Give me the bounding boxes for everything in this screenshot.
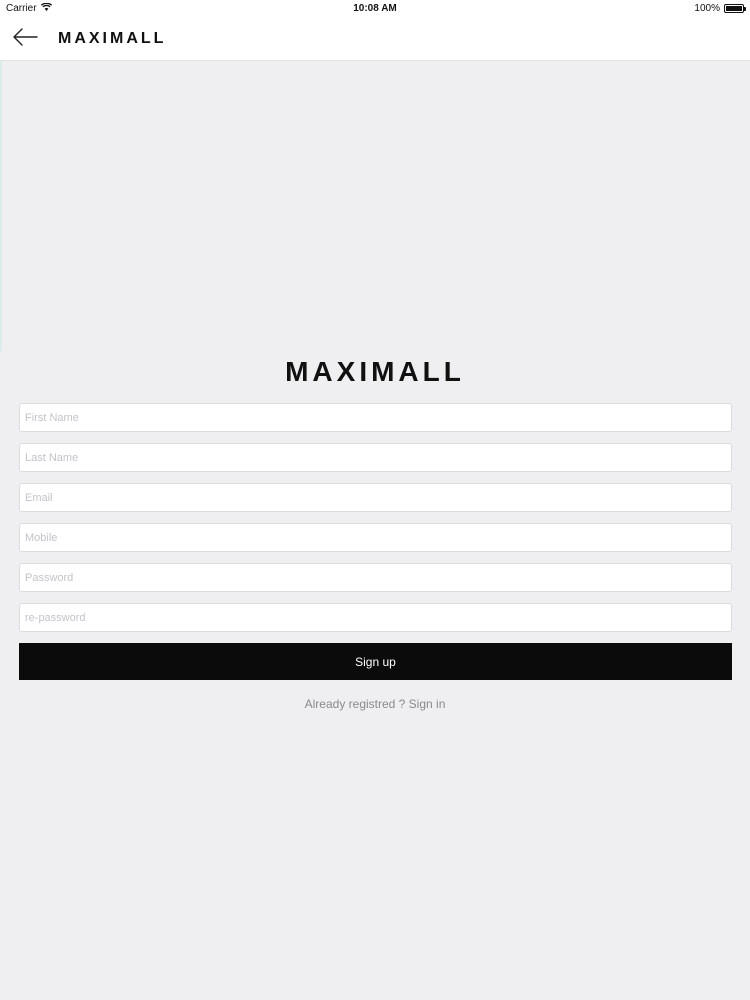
navbar-brand-logo: MAXIMALL [58, 30, 167, 47]
first-name-input[interactable] [19, 403, 732, 432]
battery-icon [724, 4, 746, 13]
status-bar: Carrier 10:08 AM 100% [0, 0, 750, 17]
arrow-left-icon [12, 27, 38, 51]
signup-button[interactable]: Sign up [19, 643, 732, 680]
last-name-input[interactable] [19, 443, 732, 472]
signin-link[interactable]: Already registred ? Sign in [0, 697, 750, 711]
status-time: 10:08 AM [353, 3, 397, 14]
battery-percent: 100% [694, 3, 720, 14]
battery-indicator: 100% [694, 3, 746, 14]
mobile-input[interactable] [19, 523, 732, 552]
back-button[interactable] [10, 26, 40, 52]
brand-logo: MAXIMALL [0, 356, 750, 388]
navigation-bar: MAXIMALL [0, 17, 750, 61]
password-input[interactable] [19, 563, 732, 592]
repassword-input[interactable] [19, 603, 732, 632]
left-edge-accent [0, 61, 2, 351]
signup-form: Sign up [19, 403, 732, 680]
email-input[interactable] [19, 483, 732, 512]
brand-logo-text: MAXIMALL [285, 356, 465, 387]
